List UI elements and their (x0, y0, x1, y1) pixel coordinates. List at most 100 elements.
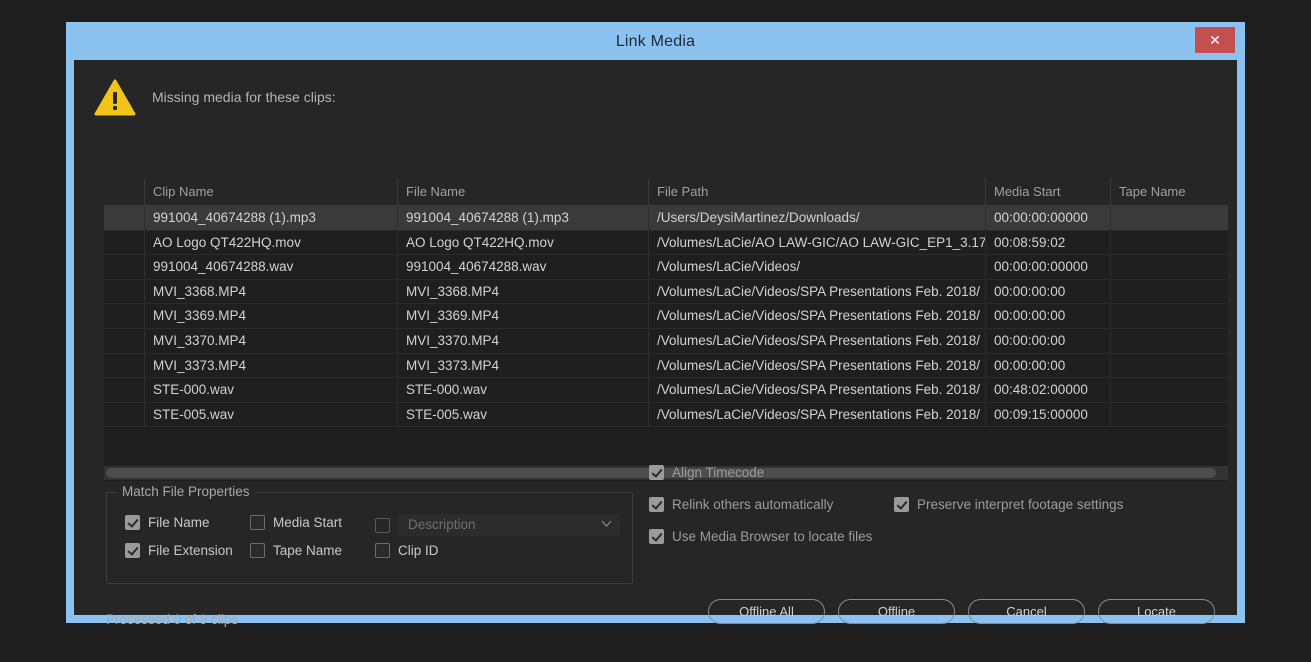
column-header-file-name[interactable]: File Name (397, 178, 648, 205)
table-row[interactable]: STE-005.wav STE-005.wav/Volumes/LaCie/Vid… (104, 402, 1228, 428)
cell-file-path: /Volumes/LaCie/Videos/SPA Presentations … (648, 279, 985, 304)
checkbox-relink-others-box[interactable] (649, 497, 664, 512)
cell-file-name: 991004_40674288.wav (397, 255, 648, 279)
cell-marker (104, 206, 144, 230)
checkbox-file-extension-box[interactable] (125, 543, 140, 558)
dialog-body: Missing media for these clips: Clip Name… (74, 60, 1237, 627)
table-row[interactable]: MVI_3369.MP4 MVI_3369.MP4/Volumes/LaCie/V… (104, 304, 1228, 329)
checkbox-align-timecode-label: Align Timecode (672, 465, 765, 480)
offline-all-button[interactable]: Offline All (708, 599, 825, 624)
checkbox-file-extension[interactable]: File Extension (125, 543, 233, 558)
table-row[interactable]: MVI_3368.MP4 MVI_3368.MP4/Volumes/LaCie/V… (104, 279, 1228, 305)
cell-tape-name (1110, 353, 1228, 378)
table-row[interactable]: 991004_40674288 (1).mp3 991004_40674288 (… (104, 206, 1228, 231)
cell-media-start: 00:00:00:00 (985, 353, 1110, 378)
warning-triangle-icon (94, 79, 136, 116)
checkbox-tape-name[interactable]: Tape Name (250, 543, 342, 558)
checkbox-media-start[interactable]: Media Start (250, 515, 342, 530)
checkbox-use-media-browser-label: Use Media Browser to locate files (672, 529, 873, 544)
checkbox-relink-others[interactable]: Relink others automatically (649, 497, 833, 512)
cell-clip-name: MVI_3369.MP4 (144, 304, 397, 328)
cell-clip-name: MVI_3373.MP4 (144, 353, 397, 378)
locate-button[interactable]: Locate (1098, 599, 1215, 624)
checkbox-description-box[interactable] (375, 517, 390, 533)
cell-tape-name (1110, 206, 1228, 230)
cell-file-name: MVI_3373.MP4 (397, 353, 648, 378)
cell-file-name: MVI_3369.MP4 (397, 304, 648, 328)
cell-clip-name: MVI_3368.MP4 (144, 279, 397, 304)
cell-tape-name (1110, 230, 1228, 255)
table-row[interactable]: AO Logo QT422HQ.mov AO Logo QT422HQ.mov/V… (104, 230, 1228, 256)
cell-file-path: /Volumes/LaCie/Videos/SPA Presentations … (648, 328, 985, 353)
checkbox-use-media-browser[interactable]: Use Media Browser to locate files (649, 529, 872, 544)
table-row[interactable]: 991004_40674288.wav 991004_40674288.wav/V… (104, 255, 1228, 280)
cell-tape-name (1110, 402, 1228, 427)
checkbox-clip-id[interactable]: Clip ID (375, 543, 439, 558)
cell-clip-name: STE-000.wav (144, 378, 397, 402)
cell-file-name: MVI_3370.MP4 (397, 328, 648, 353)
cell-media-start: 00:00:00:00 (985, 304, 1110, 328)
cell-file-path: /Users/DeysiMartinez/Downloads/ (648, 206, 985, 230)
cell-media-start: 00:08:59:02 (985, 230, 1110, 255)
cell-file-name: MVI_3368.MP4 (397, 279, 648, 304)
cell-clip-name: 991004_40674288 (1).mp3 (144, 206, 397, 230)
table-header-row: Clip Name File Name File Path Media Star… (104, 178, 1228, 206)
match-file-properties-title: Match File Properties (117, 484, 255, 499)
checkbox-relink-others-label: Relink others automatically (672, 497, 834, 512)
cell-media-start: 00:00:00:00 (985, 279, 1110, 304)
checkbox-file-name-box[interactable] (125, 515, 140, 530)
cell-marker (104, 304, 144, 328)
checkbox-tape-name-label: Tape Name (273, 543, 343, 558)
column-header-media-start[interactable]: Media Start (985, 178, 1110, 205)
close-icon[interactable]: ✕ (1195, 27, 1235, 53)
cell-media-start: 00:00:00:00 (985, 328, 1110, 353)
cell-media-start: 00:09:15:00000 (985, 402, 1110, 427)
cell-marker (104, 231, 144, 255)
checkbox-preserve-interpret[interactable]: Preserve interpret footage settings (894, 497, 1123, 512)
column-header-clip-name[interactable]: Clip Name (144, 178, 397, 205)
match-file-properties-group: Match File Properties File Name File Ext… (106, 484, 633, 584)
dialog-titlebar[interactable]: Link Media ✕ (66, 22, 1245, 62)
cell-clip-name: 991004_40674288.wav (144, 255, 397, 279)
cell-media-start: 00:48:02:00000 (985, 378, 1110, 402)
cell-file-name: STE-000.wav (397, 378, 648, 402)
cell-tape-name (1110, 304, 1228, 328)
cancel-button[interactable]: Cancel (968, 599, 1085, 624)
cell-media-start: 00:00:00:00000 (985, 206, 1110, 230)
column-header-file-path[interactable]: File Path (648, 178, 985, 205)
cell-file-path: /Volumes/LaCie/Videos/SPA Presentations … (648, 304, 985, 328)
description-select[interactable]: Description (398, 514, 620, 536)
cell-file-name: AO Logo QT422HQ.mov (397, 230, 648, 255)
checkbox-tape-name-box[interactable] (250, 543, 265, 558)
column-header-marker[interactable] (104, 178, 144, 205)
cell-clip-name: AO Logo QT422HQ.mov (144, 230, 397, 255)
cell-media-start: 00:00:00:00000 (985, 255, 1110, 279)
column-header-tape-name[interactable]: Tape Name (1110, 178, 1228, 205)
checkbox-media-start-box[interactable] (250, 515, 265, 530)
cell-clip-name: MVI_3370.MP4 (144, 328, 397, 353)
checkbox-align-timecode[interactable]: Align Timecode (649, 465, 764, 480)
table-row[interactable]: MVI_3370.MP4 MVI_3370.MP4/Volumes/LaCie/V… (104, 328, 1228, 354)
cell-file-path: /Volumes/LaCie/Videos/SPA Presentations … (648, 402, 985, 427)
checkbox-clip-id-box[interactable] (375, 543, 390, 558)
description-select-value: Description (408, 517, 476, 532)
cell-clip-name: STE-005.wav (144, 402, 397, 427)
checkbox-description[interactable]: Description (375, 514, 620, 536)
checkbox-file-extension-label: File Extension (148, 543, 233, 558)
cell-tape-name (1110, 378, 1228, 402)
checkbox-file-name[interactable]: File Name (125, 515, 210, 530)
cell-marker (104, 378, 144, 402)
chevron-down-icon (601, 520, 612, 527)
table-row[interactable]: STE-000.wav STE-000.wav/Volumes/LaCie/Vid… (104, 378, 1228, 403)
missing-media-table: Clip Name File Name File Path Media Star… (104, 178, 1228, 481)
cell-marker (104, 354, 144, 378)
checkbox-use-media-browser-box[interactable] (649, 529, 664, 544)
checkbox-media-start-label: Media Start (273, 515, 343, 530)
table-row[interactable]: MVI_3373.MP4 MVI_3373.MP4/Volumes/LaCie/V… (104, 353, 1228, 379)
checkbox-preserve-interpret-box[interactable] (894, 497, 909, 512)
checkbox-align-timecode-box[interactable] (649, 465, 664, 480)
cell-file-path: /Volumes/LaCie/Videos/SPA Presentations … (648, 353, 985, 378)
offline-button[interactable]: Offline (838, 599, 955, 624)
checkbox-file-name-label: File Name (148, 515, 210, 530)
checkbox-clip-id-label: Clip ID (398, 543, 439, 558)
